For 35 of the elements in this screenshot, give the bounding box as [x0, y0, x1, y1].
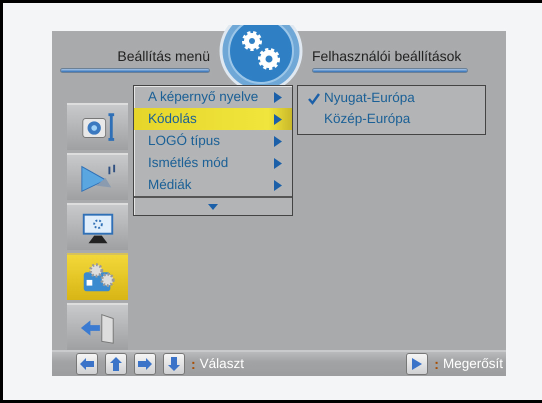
left-arrow-icon: [80, 358, 94, 370]
menu-item[interactable]: Kódolás: [134, 108, 292, 130]
submenu-arrow-icon: [274, 114, 282, 124]
up-arrow-icon: [110, 357, 122, 371]
menu-item[interactable]: Médiák: [134, 174, 292, 196]
confirm-key-button[interactable]: [406, 353, 428, 375]
right-arrow-icon: [138, 358, 152, 370]
submenu-title: Felhasználói beállítások: [312, 49, 462, 63]
menu-item-label: Médiák: [148, 176, 192, 194]
confirm-hint: Megerősít: [442, 354, 503, 373]
right-key-button[interactable]: [134, 353, 156, 375]
separator: :: [434, 354, 439, 374]
menu-title: Beállítás menü: [116, 49, 210, 63]
submenu-arrow-icon: [274, 158, 282, 168]
menu-item-label: A képernyő nyelve: [148, 88, 258, 106]
option-item[interactable]: Közép-Európa: [298, 109, 485, 130]
menu-item[interactable]: Ismétlés mód: [134, 152, 292, 174]
sidebar-tab[interactable]: [67, 203, 128, 250]
select-hint: Választ: [200, 354, 244, 373]
submenu-arrow-icon: [274, 180, 282, 190]
play-icon: [412, 358, 422, 370]
menu-item-label: LOGÓ típus: [148, 132, 220, 150]
scroll-down-icon[interactable]: [208, 204, 218, 210]
submenu-arrow-icon: [274, 136, 282, 146]
down-arrow-icon: [168, 357, 180, 371]
menu-item[interactable]: LOGÓ típus: [134, 130, 292, 152]
up-key-button[interactable]: [105, 353, 127, 375]
menu-item-label: Ismétlés mód: [148, 154, 228, 172]
menu-item-label: Kódolás: [148, 110, 197, 128]
down-key-button[interactable]: [163, 353, 185, 375]
separator: :: [191, 354, 196, 374]
submenu-arrow-icon: [274, 92, 282, 102]
menu-item[interactable]: A képernyő nyelve: [134, 86, 292, 108]
option-item[interactable]: Nyugat-Európa: [298, 88, 485, 109]
left-key-button[interactable]: [76, 353, 98, 375]
